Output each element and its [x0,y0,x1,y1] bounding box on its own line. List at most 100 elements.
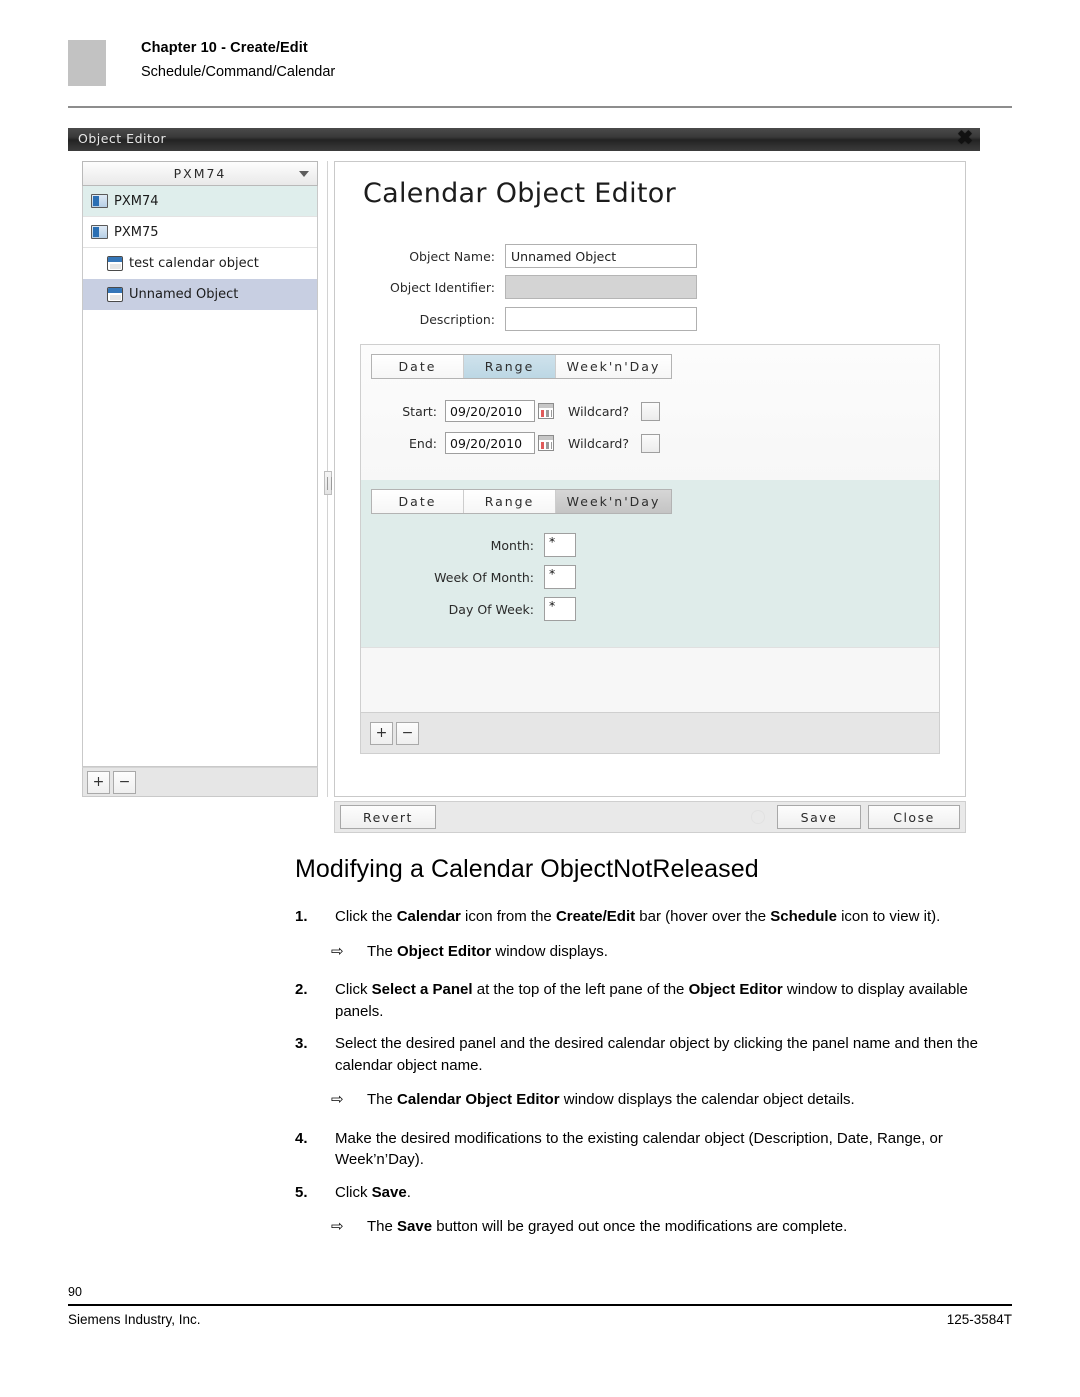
tab-range[interactable]: Range [464,490,556,513]
header-divider [68,106,1012,108]
splitter-grip[interactable] [324,471,332,495]
pane-splitter[interactable] [324,161,332,797]
end-wildcard-checkbox[interactable] [641,433,660,453]
arrow-icon: ⇨ [331,1091,344,1108]
description-input[interactable] [505,307,697,331]
tab-date[interactable]: Date [372,355,464,378]
procedure-block: Modifying a Calendar ObjectNotReleased 1… [295,855,995,1255]
procedure-result-2: ⇨ The Calendar Object Editor window disp… [295,1089,995,1111]
right-pane: Calendar Object Editor Object Name: Unna… [334,161,966,797]
tree-item-label: Unnamed Object [129,287,239,302]
action-bar: Revert Save Close [334,801,966,833]
schedule-sections: Date Range Week'n'Day Start: 09/20/2010 … [360,344,940,754]
object-editor-body: PXM74 PXM74 PXM75 test calendar object U… [68,151,980,833]
calendar-picker-icon[interactable] [538,435,554,451]
month-input[interactable]: * [544,533,576,557]
header-text-block: Chapter 10 - Create/Edit Schedule/Comman… [141,38,335,83]
start-date-input[interactable]: 09/20/2010 [445,400,535,422]
procedure-step-3: 3. Select the desired panel and the desi… [295,1033,995,1076]
chapter-title: Chapter 10 - Create/Edit [141,40,308,56]
tree-toolbar: + − [82,767,318,797]
object-name-row: Object Name: Unnamed Object [365,244,697,268]
footer-divider [68,1304,1012,1306]
end-label: End: [409,435,437,451]
calendar-icon [107,287,123,302]
empty-section-area [361,647,939,712]
object-editor-titlebar: Object Editor ✖ [68,128,980,151]
arrow-icon: ⇨ [331,1218,344,1235]
add-section-button[interactable]: + [370,721,393,745]
step-text: Click Save. [335,1183,411,1201]
procedure-step-2: 2. Click Select a Panel at the top of th… [295,979,995,1022]
end-date-input[interactable]: 09/20/2010 [445,432,535,454]
procedure-step-5: 5. Click Save. [295,1182,995,1204]
object-tree[interactable]: PXM74 PXM75 test calendar object Unnamed… [82,186,318,767]
day-of-week-input[interactable]: * [544,597,576,621]
start-wildcard-checkbox[interactable] [641,401,660,421]
step-text: Click the Calendar icon from the Create/… [335,908,941,925]
step-number: 3. [295,1035,308,1052]
remove-object-button[interactable]: − [113,770,136,794]
tree-item-unnamed-object[interactable]: Unnamed Object [83,279,317,310]
footer-company: Siemens Industry, Inc. [68,1312,201,1327]
tree-item-pxm75[interactable]: PXM75 [83,217,317,248]
tree-empty-area [83,310,317,766]
section-heading: Modifying a Calendar ObjectNotReleased [295,855,759,883]
calendar-picker-icon[interactable] [538,403,554,419]
procedure-step-1: 1. Click the Calendar icon from the Crea… [295,906,995,928]
step-number: 2. [295,981,308,998]
month-row: Month: * [399,533,576,557]
start-label: Start: [402,403,437,419]
tab-range[interactable]: Range [464,355,556,378]
page-header: Chapter 10 - Create/Edit Schedule/Comman… [68,38,1012,108]
week-of-month-input[interactable]: * [544,565,576,589]
weeknday-tabbar: Date Range Week'n'Day [371,489,672,514]
tab-weeknday[interactable]: Week'n'Day [556,355,671,378]
section-toolbar: + − [361,712,939,753]
tree-item-label: PXM74 [114,193,159,209]
remove-section-button[interactable]: − [396,721,419,745]
day-of-week-row: Day Of Week: * [399,597,576,621]
arrow-icon: ⇨ [331,942,344,960]
procedure-result-3: ⇨ The Save button will be grayed out onc… [295,1216,995,1238]
window-title: Object Editor [78,131,167,146]
tree-item-pxm74[interactable]: PXM74 [83,186,317,217]
day-of-week-label: Day Of Week: [448,601,534,617]
month-label: Month: [490,537,534,553]
description-row: Description: [365,307,697,331]
object-editor-window: Object Editor ✖ PXM74 PXM74 PXM75 test c… [68,128,980,833]
step-number: 5. [295,1183,308,1201]
save-button[interactable]: Save [777,805,861,829]
revert-button[interactable]: Revert [340,805,436,829]
chapter-subtitle: Schedule/Command/Calendar [141,64,336,80]
busy-indicator-icon [751,810,765,824]
object-identifier-label: Object Identifier: [390,279,495,295]
add-object-button[interactable]: + [87,770,110,794]
procedure-result-1: ⇨ The Object Editor window displays. [295,941,995,963]
object-name-input[interactable]: Unnamed Object [505,244,697,268]
start-wildcard-label: Wildcard? [568,403,629,419]
panel-selector-dropdown[interactable]: PXM74 [82,161,318,186]
description-label: Description: [419,311,495,327]
tree-item-label: test calendar object [129,256,259,271]
close-button[interactable]: Close [868,805,960,829]
panel-icon [91,194,108,208]
end-wildcard-label: Wildcard? [568,435,629,451]
close-icon[interactable]: ✖ [955,129,975,149]
tab-date[interactable]: Date [372,490,464,513]
tree-item-label: PXM75 [114,224,159,240]
step-text: Select the desired panel and the desired… [335,1035,978,1074]
calendar-icon [107,256,123,271]
result-text: The Object Editor window displays. [367,942,608,960]
footer-document-number: 125-3584T [946,1312,1012,1327]
panel-icon [91,225,108,239]
start-date-row: Start: 09/20/2010 Wildcard? [383,400,660,422]
step-text: Click Select a Panel at the top of the l… [335,981,968,1020]
page-number: 90 [68,1285,82,1299]
tab-weeknday[interactable]: Week'n'Day [556,490,671,513]
tree-item-test-calendar-object[interactable]: test calendar object [83,248,317,279]
page-title: Calendar Object Editor [363,178,677,209]
object-identifier-row: Object Identifier: [365,275,697,299]
chevron-down-icon [299,171,309,177]
end-date-row: End: 09/20/2010 Wildcard? [383,432,660,454]
